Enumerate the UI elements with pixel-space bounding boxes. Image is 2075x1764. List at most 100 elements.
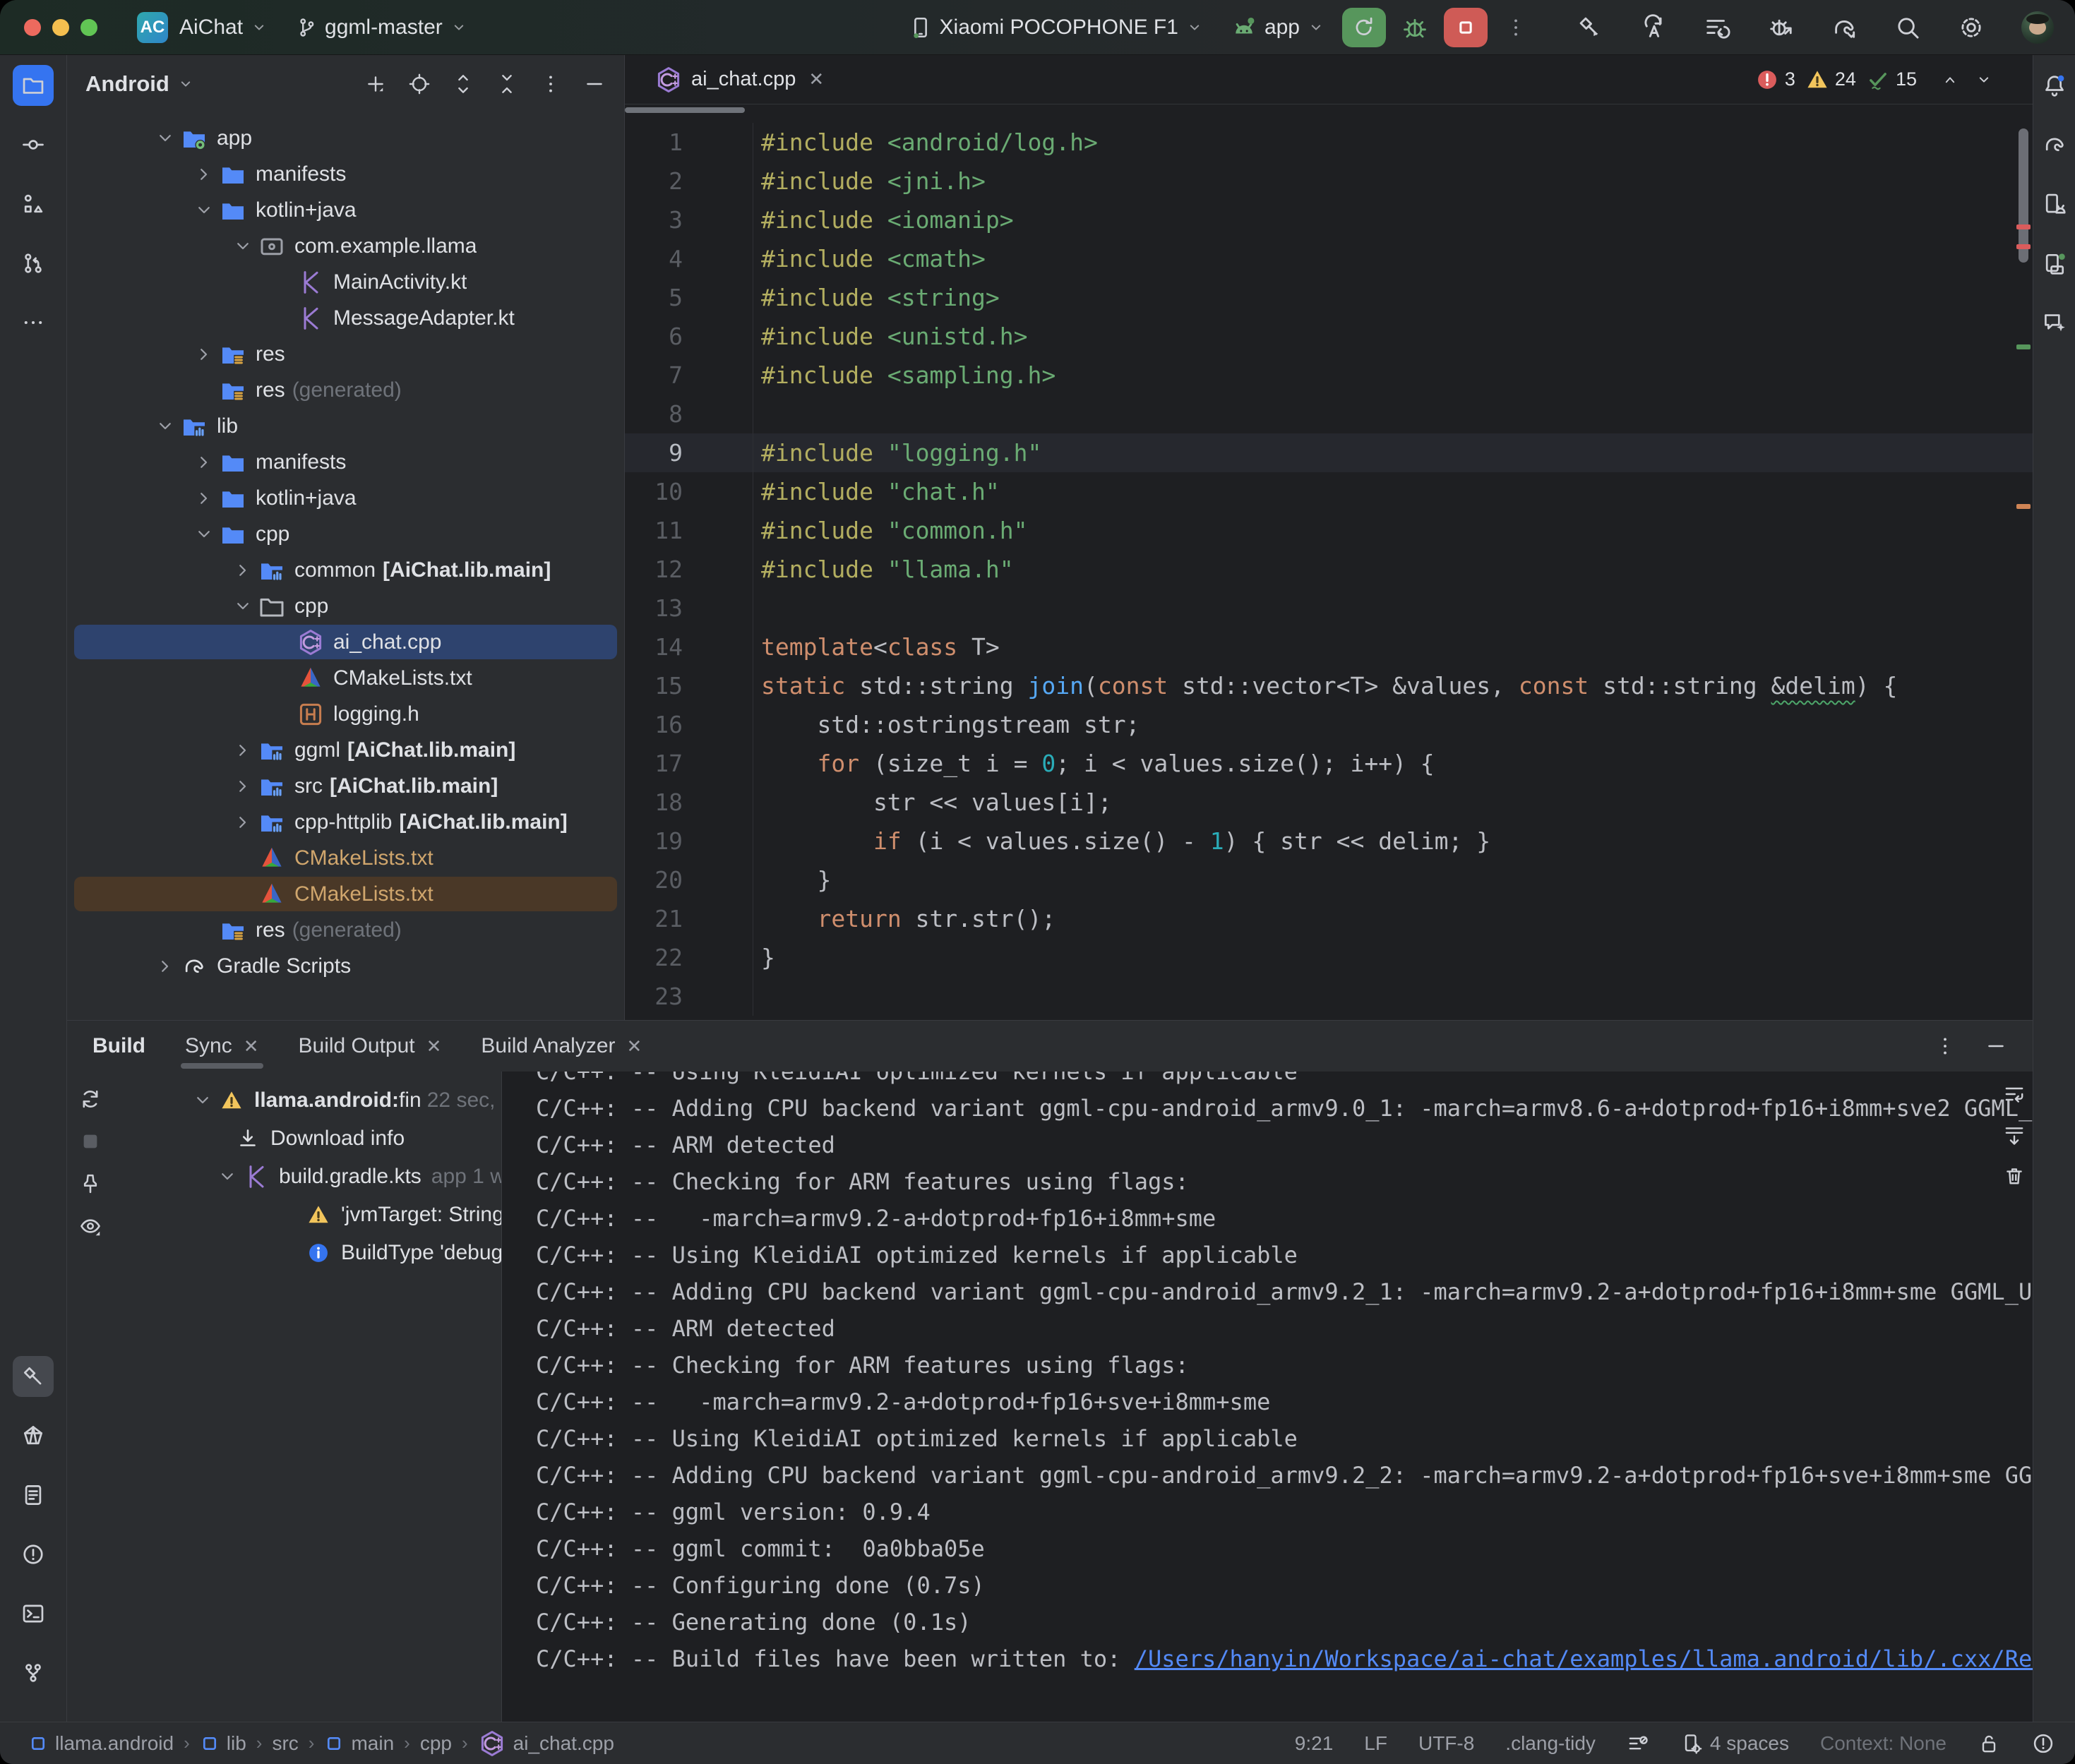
tree-item-cmakelists-txt[interactable]: CMakeLists.txt [67,660,624,696]
tool-stripe-running-devices-button[interactable] [2038,243,2071,284]
tree-item-cpp[interactable]: cpp [67,516,624,552]
breadcrumb-lib[interactable]: lib [200,1732,246,1755]
build-tree-item[interactable]: build.gradle.ktsapp 1 warning [114,1158,501,1196]
close-tab-icon[interactable]: ✕ [244,1036,259,1057]
tree-item-cpp-httplib[interactable]: cpp-httplib[AiChat.lib.main] [67,804,624,840]
line-number[interactable]: 3 [625,200,753,239]
editor-scrollbar[interactable] [2013,112,2033,1020]
line-number[interactable]: 10 [625,472,753,511]
chevron-down-icon[interactable] [213,1166,242,1187]
chevron-down-icon[interactable] [150,416,180,437]
tree-item-kotlin-java[interactable]: kotlin+java [67,192,624,228]
build-options-button[interactable] [1934,1035,1956,1057]
line-number[interactable]: 9 [625,433,753,472]
error-stripe-mark[interactable] [2016,344,2031,349]
tool-stripe-logcat-button[interactable] [13,1475,54,1516]
scrollbar-thumb[interactable] [2019,128,2028,263]
line-number[interactable]: 8 [625,395,753,433]
locate-button[interactable] [408,73,431,95]
line-number[interactable]: 4 [625,239,753,278]
breadcrumb-main[interactable]: main [324,1732,394,1755]
line-number[interactable]: 17 [625,744,753,783]
build-tree-item[interactable]: 'jvmTarget: String' is deprecat [114,1196,501,1234]
tool-stripe-commit-button[interactable] [13,124,54,165]
soft-wrap-button[interactable] [2003,1083,2026,1105]
line-number[interactable]: 22 [625,938,753,977]
warnings-badge[interactable]: 24 [1805,68,1856,92]
tree-item-lib[interactable]: lib [67,408,624,444]
tool-stripe-gemini-chat-button[interactable] [2038,302,2071,343]
breadcrumb-ai-chat-cpp[interactable]: ai_chat.cpp [478,1729,614,1758]
run-configuration-selector[interactable]: app [1231,14,1325,41]
zoom-window-button[interactable] [80,19,97,36]
chevron-down-icon[interactable] [189,524,219,545]
avatar[interactable] [2021,11,2054,44]
collapse-all-button[interactable] [496,73,518,95]
line-number[interactable]: 23 [625,977,753,1016]
minimize-window-button[interactable] [52,19,69,36]
chevron-right-icon[interactable] [189,344,219,365]
tool-stripe-notifications-button[interactable] [2038,65,2071,106]
tool-stripe-build-hammer-button[interactable] [13,1356,54,1397]
error-stripe-mark[interactable] [2016,244,2031,249]
chevron-right-icon[interactable] [228,740,258,761]
more-run-actions-button[interactable] [1505,16,1527,39]
chevron-right-icon[interactable] [228,812,258,833]
tree-item-res[interactable]: res [67,336,624,372]
project-view-selector[interactable]: Android [85,71,169,97]
indent-setting[interactable]: 4 spaces [1680,1732,1789,1755]
chevron-right-icon[interactable] [189,452,219,473]
clear-all-button[interactable] [2003,1165,2026,1187]
passed-badge[interactable]: 15 [1866,68,1917,92]
tree-item-res[interactable]: res(generated) [67,912,624,948]
line-number[interactable]: 16 [625,705,753,744]
scroll-to-end-button[interactable] [2003,1124,2026,1146]
rerun-button[interactable] [1342,8,1386,47]
tree-item-cpp[interactable]: cpp [67,588,624,624]
stop-square-button[interactable] [78,1129,102,1153]
tree-item-common[interactable]: common[AiChat.lib.main] [67,552,624,588]
formatter-icon[interactable] [1627,1732,1649,1755]
close-window-button[interactable] [24,19,41,36]
caret-position[interactable]: 9:21 [1295,1732,1334,1755]
tree-item-messageadapter-kt[interactable]: MessageAdapter.kt [67,300,624,336]
tree-item-kotlin-java[interactable]: kotlin+java [67,480,624,516]
line-number[interactable]: 6 [625,317,753,356]
chevron-down-icon[interactable] [228,236,258,257]
previous-problem-button[interactable] [1941,71,1959,89]
line-number[interactable]: 18 [625,783,753,822]
line-number[interactable]: 15 [625,666,753,705]
line-number[interactable]: 19 [625,822,753,860]
project-selector[interactable]: AiChat [179,16,268,40]
apply-code-changes-button[interactable] [1704,14,1730,41]
line-number[interactable]: 11 [625,511,753,550]
tree-item-ggml[interactable]: ggml[AiChat.lib.main] [67,732,624,768]
expand-all-button[interactable] [452,73,474,95]
tree-item-res[interactable]: res(generated) [67,372,624,408]
close-tab-icon[interactable]: ✕ [808,68,824,90]
tool-stripe-device-manager-button[interactable] [2038,184,2071,224]
chevron-down-icon[interactable] [188,1090,217,1111]
tool-stripe-project-folder-button[interactable] [13,65,54,106]
breadcrumb-llama-android[interactable]: llama.android [28,1732,174,1755]
tool-stripe-more-horizontal-button[interactable] [13,302,54,343]
build-console[interactable]: C/C++: -- Using KleidiAI optimized kerne… [501,1072,2033,1722]
tab-sync[interactable]: Sync✕ [185,1021,259,1072]
tab-build-output[interactable]: Build Output✕ [299,1021,442,1072]
line-number[interactable]: 7 [625,356,753,395]
build-button[interactable] [1577,14,1603,41]
eye-button[interactable] [78,1214,102,1238]
chevron-right-icon[interactable] [228,560,258,581]
build-tree-item[interactable]: Download info [114,1120,501,1158]
errors-badge[interactable]: 3 [1755,68,1795,92]
tool-stripe-problems-button[interactable] [13,1534,54,1575]
device-selector[interactable]: Xiaomi POCOPHONE F1 [909,16,1204,40]
line-number[interactable]: 14 [625,628,753,666]
tree-item-com-example-llama[interactable]: com.example.llama [67,228,624,264]
line-ending[interactable]: LF [1364,1732,1387,1755]
tree-item-cmakelists-txt[interactable]: CMakeLists.txt [67,876,624,912]
search-button[interactable] [1894,14,1921,41]
line-number[interactable]: 1 [625,123,753,162]
next-problem-button[interactable] [1975,71,1993,89]
more-vertical-button[interactable] [539,73,562,95]
